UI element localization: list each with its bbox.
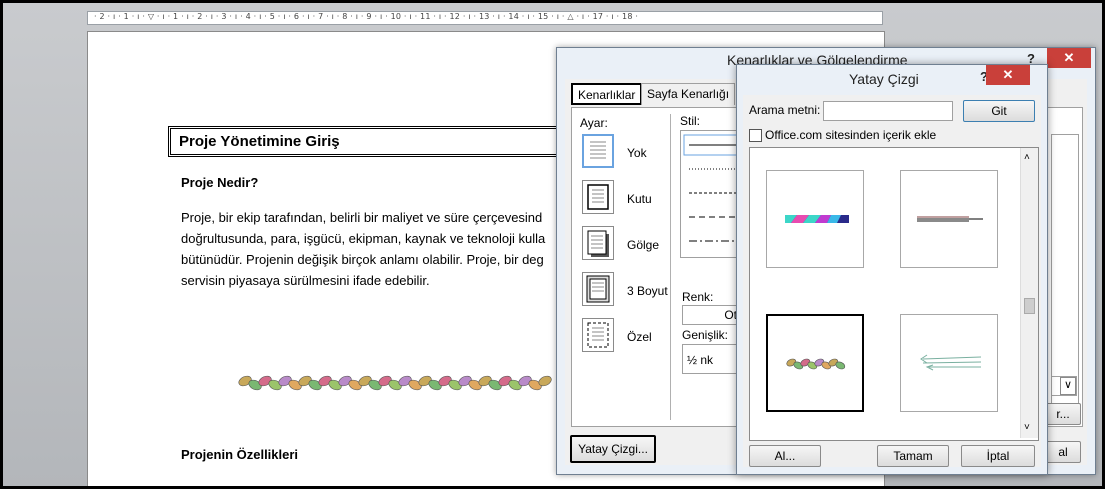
horizontal-ruler[interactable]: · 2 · ı · 1 · ı · ▽ · ı · 1 · ı · 2 · ı … — [87, 11, 883, 25]
setting-custom-label[interactable]: Özel — [627, 330, 652, 344]
width-select[interactable]: ½ nk — [682, 344, 742, 374]
import-button-label: Al... — [774, 449, 796, 463]
setting-shadow-label[interactable]: Gölge — [627, 238, 659, 252]
ok-button-label: Tamam — [893, 449, 933, 463]
tab-label: Kenarlıklar — [578, 88, 636, 102]
arrow-line-icon — [920, 354, 982, 371]
paragraph-line: bütünüdür. Projenin değişik birçok anlam… — [181, 252, 544, 267]
panel-divider — [670, 114, 671, 420]
scroll-up-icon[interactable]: ˄ — [1024, 152, 1030, 163]
paragraph-line: servisin piyasaya sürülmesini ifade edeb… — [181, 273, 430, 288]
dialog-body: Arama metni: Git Office.com sitesinden i… — [743, 95, 1041, 467]
leaf-horizontal-line-image — [238, 375, 552, 391]
cancel-button[interactable]: al — [1045, 441, 1081, 463]
setting-box-label[interactable]: Kutu — [627, 192, 652, 206]
options-button[interactable]: r... — [1045, 403, 1081, 425]
close-button[interactable]: ✕ — [986, 65, 1030, 85]
setting-none-label[interactable]: Yok — [627, 146, 647, 160]
ok-button[interactable]: Tamam — [877, 445, 949, 467]
apply-to-dropdown[interactable]: ∨ — [1051, 376, 1077, 396]
horizontal-line-button[interactable]: Yatay Çizgi... — [570, 435, 656, 463]
office-content-checkbox[interactable] — [749, 129, 762, 142]
gallery-item-selected[interactable] — [766, 314, 864, 412]
go-button-label: Git — [991, 104, 1007, 118]
go-button[interactable]: Git — [963, 100, 1035, 122]
tab-sayfa-kenarligi[interactable]: Sayfa Kenarlığı — [641, 83, 736, 105]
paragraph-line: doğrultusunda, para, işgücü, ekipman, ka… — [181, 231, 546, 246]
horizontal-line-button-label: Yatay Çizgi... — [578, 442, 648, 456]
paragraph-line: Proje, bir ekip tarafından, belirli bir … — [181, 210, 543, 225]
cancel-button[interactable]: İptal — [961, 445, 1035, 467]
setting-box-icon[interactable] — [582, 180, 614, 214]
document-paragraph: Proje, bir ekip tarafından, belirli bir … — [181, 207, 581, 291]
width-label: Genişlik: — [682, 328, 729, 342]
setting-none-icon[interactable] — [582, 134, 614, 168]
close-button[interactable]: ✕ — [1047, 48, 1091, 68]
gallery-item[interactable] — [766, 170, 864, 268]
width-value: ½ nk — [687, 353, 714, 367]
setting-shadow-icon[interactable] — [582, 226, 614, 260]
scroll-thumb[interactable] — [1024, 298, 1035, 314]
document-heading: Proje Yönetimine Giriş — [168, 126, 588, 157]
textured-line-icon — [917, 216, 983, 222]
color-label: Renk: — [682, 290, 714, 304]
line-gallery[interactable]: ˄ ˅ — [749, 147, 1039, 441]
colorful-line-icon — [785, 215, 849, 223]
search-input[interactable] — [823, 101, 953, 121]
cancel-button-label: al — [1058, 445, 1068, 459]
style-label: Stil: — [680, 114, 701, 128]
setting-3d-icon[interactable] — [582, 272, 614, 306]
gallery-item[interactable] — [900, 314, 998, 412]
gallery-scrollbar[interactable]: ˄ ˅ — [1020, 148, 1038, 438]
section-heading-proje-nedir: Proje Nedir? — [181, 175, 259, 190]
setting-custom-icon[interactable] — [582, 318, 614, 352]
section-heading-ozellikler: Projenin Özellikleri — [181, 447, 299, 462]
tab-label: Sayfa Kenarlığı — [647, 87, 730, 101]
import-button[interactable]: Al... — [749, 445, 821, 467]
leaf-line-icon — [786, 358, 846, 370]
gallery-item[interactable] — [900, 170, 998, 268]
ruler-ticks: · 2 · ı · 1 · ı · ▽ · ı · 1 · ı · 2 · ı … — [94, 12, 639, 21]
color-select[interactable]: Ot — [682, 305, 742, 325]
screenshot-frame: · 2 · ı · 1 · ı · ▽ · ı · 1 · ı · 2 · ı … — [0, 0, 1105, 489]
scroll-down-icon[interactable]: ˅ — [1024, 422, 1030, 433]
search-label: Arama metni: — [749, 103, 821, 117]
horizontal-line-dialog: Yatay Çizgi ? ✕ Arama metni: Git Office.… — [736, 64, 1048, 475]
office-content-label[interactable]: Office.com sitesinden içerik ekle — [765, 128, 936, 142]
setting-label: Ayar: — [580, 116, 608, 130]
options-button-label: r... — [1056, 407, 1070, 421]
cancel-button-label: İptal — [986, 449, 1010, 463]
chevron-down-icon: ∨ — [1060, 377, 1076, 395]
dialog-title: Yatay Çizgi — [849, 71, 919, 87]
tab-kenarliklar[interactable]: Kenarlıklar — [571, 83, 643, 105]
setting-3d-label[interactable]: 3 Boyut — [627, 284, 668, 298]
